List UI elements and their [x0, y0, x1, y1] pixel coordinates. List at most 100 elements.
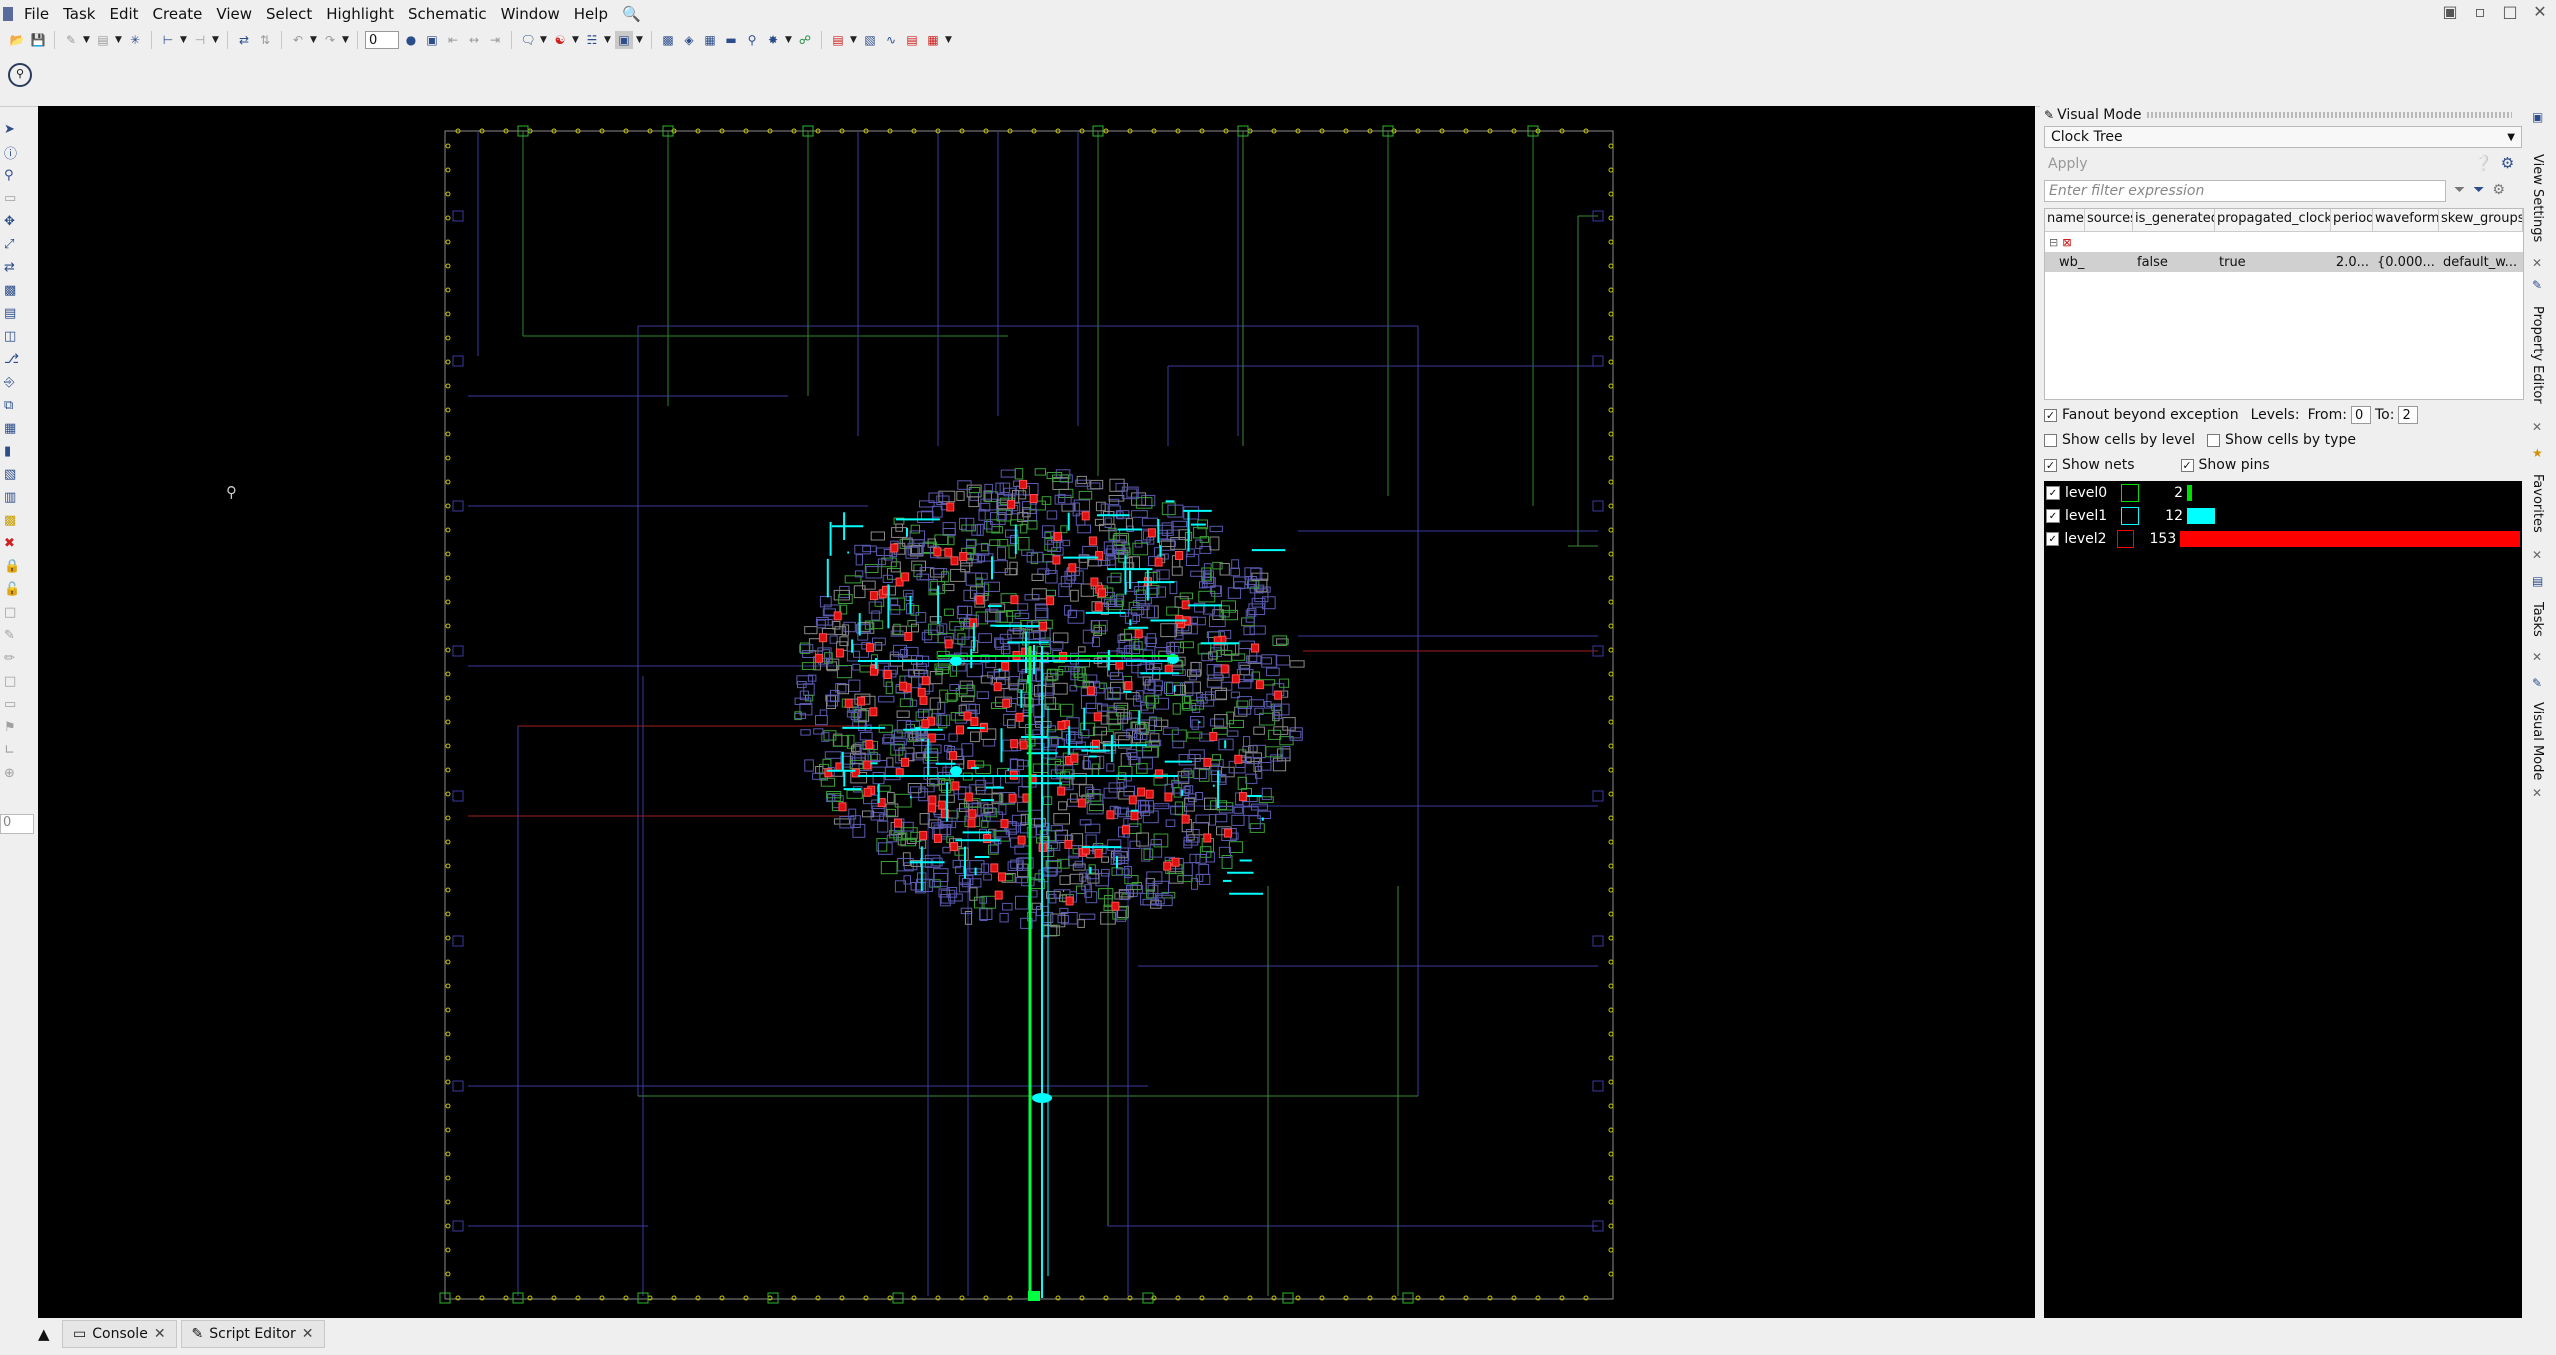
chevron-down-icon[interactable]: ▼ — [180, 35, 188, 45]
color-icon[interactable]: ▩ — [4, 510, 22, 530]
flag-icon[interactable]: ⚑ — [4, 717, 22, 737]
ruler2-icon[interactable]: ▬ — [722, 31, 740, 49]
close-icon[interactable]: ✕ — [2532, 786, 2542, 800]
legend-icon[interactable]: ▥ — [4, 487, 22, 507]
pen2-icon[interactable]: ✏ — [4, 648, 22, 668]
show-pins-checkbox[interactable]: ✓ — [2180, 458, 2194, 472]
timing-icon[interactable]: ◈ — [680, 31, 698, 49]
menu-file[interactable]: File — [17, 5, 56, 23]
instance-icon[interactable]: ▮ — [4, 441, 22, 461]
column-header[interactable]: is_generated — [2133, 209, 2215, 231]
close-icon[interactable]: ✕ — [2532, 650, 2542, 664]
blank-tool-icon[interactable]: □ — [4, 602, 22, 622]
level-row[interactable]: ✓ level0 2 — [2046, 483, 2520, 503]
show-nets-checkbox[interactable]: ✓ — [2044, 458, 2057, 472]
property-icon[interactable]: ✎ — [2532, 278, 2542, 292]
cells-by-level-checkbox[interactable] — [2044, 433, 2057, 447]
histogram-icon[interactable]: ▧ — [861, 31, 879, 49]
layer-spinbox[interactable]: 0 — [365, 31, 399, 49]
menu-help[interactable]: Help — [567, 5, 615, 23]
edit-pen-icon[interactable]: ✎ — [62, 31, 80, 49]
align-icon[interactable]: ⇄ — [4, 257, 22, 277]
menu-select[interactable]: Select — [259, 5, 319, 23]
apply-button[interactable]: Apply — [2044, 153, 2090, 175]
unlock-icon[interactable]: 🔓 — [4, 579, 22, 599]
filter-active-icon[interactable]: ⏷ — [2473, 182, 2484, 198]
chart-icon[interactable]: ▤ — [829, 31, 847, 49]
delete-icon[interactable]: ✖ — [4, 533, 22, 553]
column-header[interactable]: propagated_clock — [2215, 209, 2331, 231]
route-icon[interactable]: ⊢ — [159, 31, 177, 49]
menu-create[interactable]: Create — [146, 5, 210, 23]
search-icon[interactable]: 🔍 — [615, 5, 648, 23]
group-icon[interactable]: ▦ — [4, 418, 22, 438]
chevron-down-icon[interactable]: ▼ — [115, 35, 123, 45]
copy-icon[interactable]: ⧉ — [4, 395, 22, 415]
align-center-icon[interactable]: ↔ — [465, 31, 483, 49]
menu-task[interactable]: Task — [56, 5, 102, 23]
zoom-tool-icon[interactable]: ⚲ — [4, 165, 22, 185]
chevron-down-icon[interactable]: ▼ — [572, 35, 580, 45]
chevron-down-icon[interactable]: ▼ — [945, 35, 953, 45]
maximize-icon[interactable]: □ — [2500, 2, 2520, 22]
find-icon[interactable]: ⚲ — [743, 31, 761, 49]
stack-icon[interactable]: ▤ — [4, 303, 22, 323]
tab-visual-mode[interactable]: Visual Mode — [2530, 702, 2545, 780]
rect2-icon[interactable]: ▭ — [4, 694, 22, 714]
chevron-down-icon[interactable]: ▼ — [604, 35, 612, 45]
visual-mode-icon[interactable]: ✎ — [2532, 676, 2542, 690]
level-checkbox[interactable]: ✓ — [2046, 509, 2060, 523]
connect-icon[interactable]: ⎇ — [4, 349, 22, 369]
chat-icon[interactable]: 🗨 — [519, 31, 537, 49]
column-header[interactable]: sources — [2085, 209, 2133, 231]
tab-tasks[interactable]: Tasks — [2530, 602, 2545, 637]
pin-icon[interactable]: ▣ — [2532, 110, 2543, 124]
chevron-down-icon[interactable]: ▼ — [342, 35, 350, 45]
tree-root-row[interactable]: ⊟ ⊠ — [2045, 232, 2523, 252]
close-icon[interactable]: ✕ — [2532, 548, 2542, 562]
power-icon[interactable]: ☍ — [796, 31, 814, 49]
pen-icon[interactable]: ✎ — [4, 625, 22, 645]
column-header[interactable]: skew_groups — [2439, 209, 2523, 231]
chevron-down-icon[interactable]: ▼ — [785, 35, 793, 45]
filter-icon[interactable]: ⏷ — [2454, 182, 2465, 198]
star-icon[interactable]: ★ — [2532, 446, 2543, 460]
split-icon[interactable]: ◫ — [4, 326, 22, 346]
table-icon[interactable]: ▦ — [924, 31, 942, 49]
level-swatch[interactable] — [2117, 530, 2135, 548]
open-icon[interactable]: 📂 — [8, 31, 26, 49]
wave-icon[interactable]: ∿ — [882, 31, 900, 49]
chevron-down-icon[interactable]: ▼ — [850, 35, 858, 45]
rect-icon[interactable]: □ — [4, 671, 22, 691]
net-icon[interactable]: ☯ — [551, 31, 569, 49]
level-checkbox[interactable]: ✓ — [2046, 486, 2060, 500]
tree-icon[interactable]: ☵ — [583, 31, 601, 49]
mode-dropdown[interactable]: Clock Tree ▼ — [2044, 126, 2522, 148]
zoom-icon[interactable]: ⚲ — [8, 63, 32, 87]
level-row[interactable]: ✓ level2 153 — [2046, 529, 2520, 549]
filter-input[interactable]: Enter filter expression — [2044, 180, 2446, 202]
menu-schematic[interactable]: Schematic — [401, 5, 494, 23]
fanout-checkbox[interactable]: ✓ — [2044, 408, 2057, 422]
snap-icon[interactable]: ✳ — [126, 31, 144, 49]
tasks-icon[interactable]: ▤ — [2532, 574, 2543, 588]
tab-console[interactable]: ▭ Console ✕ — [62, 1320, 177, 1348]
layout-canvas[interactable] — [38, 106, 2035, 1318]
from-spinbox[interactable]: 0 — [2350, 406, 2371, 424]
tab-view-settings[interactable]: View Settings — [2530, 154, 2545, 242]
collapse-icon[interactable]: ⊟ — [2049, 236, 2058, 249]
layer-icon[interactable]: ● — [402, 31, 420, 49]
view-mode-icon[interactable]: ▣ — [615, 31, 633, 49]
close-icon[interactable]: ✕ — [2532, 256, 2542, 270]
align-left-icon[interactable]: ⇤ — [444, 31, 462, 49]
ruler-icon[interactable]: ▤ — [94, 31, 112, 49]
menu-view[interactable]: View — [209, 5, 259, 23]
close-icon[interactable]: ✕ — [2530, 2, 2550, 22]
move-icon[interactable]: ✥ — [4, 211, 22, 231]
layout-view[interactable] — [38, 106, 2035, 1318]
left-value-field[interactable]: 0 — [0, 814, 34, 834]
gear-icon[interactable]: ⚙ — [2501, 154, 2514, 172]
to-spinbox[interactable]: 2 — [2398, 406, 2419, 424]
mirror-icon[interactable]: ⇅ — [256, 31, 274, 49]
minimize-icon[interactable]: ▫ — [2470, 2, 2490, 22]
